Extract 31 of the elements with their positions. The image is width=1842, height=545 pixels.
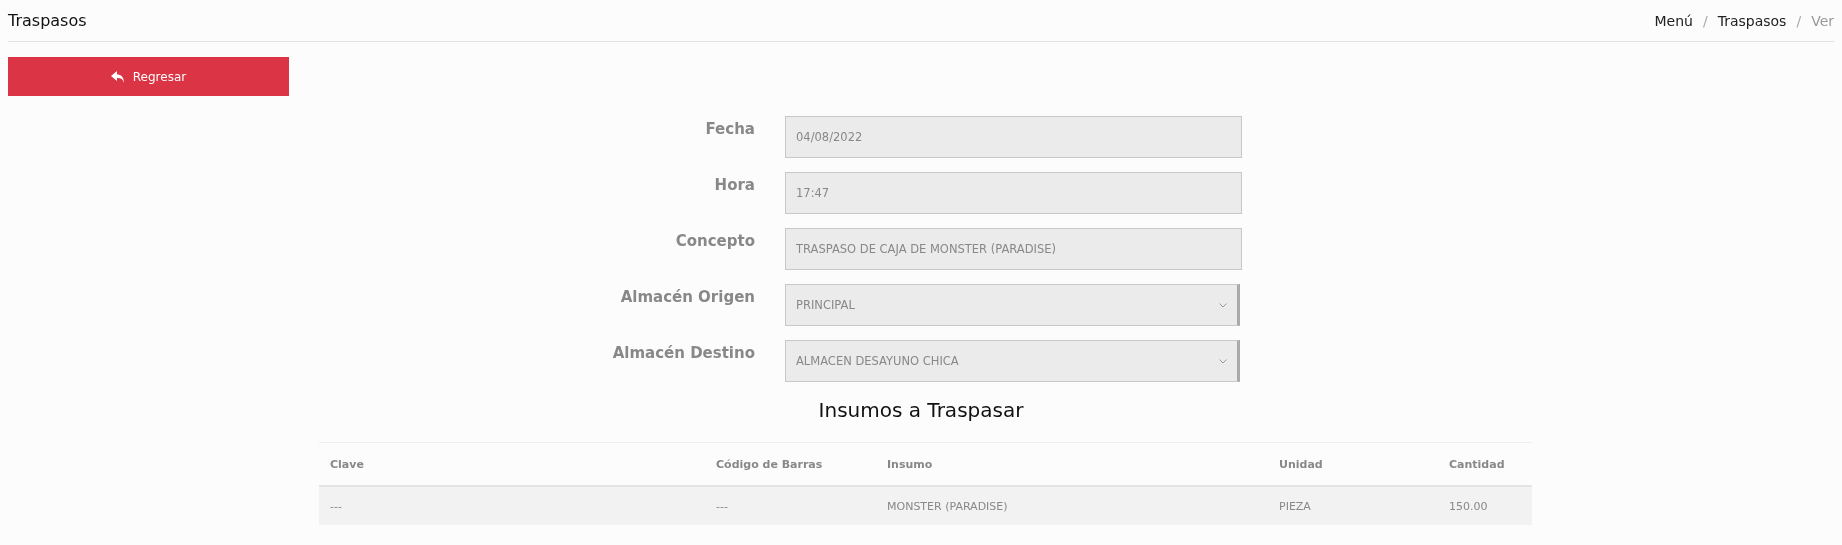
field-label: Hora	[713, 175, 755, 194]
breadcrumb-separator: /	[1796, 12, 1802, 29]
field-label: Fecha	[704, 119, 755, 138]
table-cell-text: ---	[330, 499, 343, 513]
breadcrumb-link[interactable]: Menú	[1654, 12, 1693, 29]
field-label: Almacén Destino	[611, 343, 755, 362]
chevron-down-icon	[1219, 302, 1227, 308]
table-cell-text: MONSTER (PARADISE)	[887, 499, 1009, 513]
breadcrumb-link[interactable]: Ver	[1811, 12, 1834, 29]
table-cell-text: ---	[716, 499, 729, 513]
back-button[interactable]: Regresar	[8, 57, 289, 96]
breadcrumb-link[interactable]: Traspasos	[1717, 12, 1787, 29]
section-title: Insumos a Traspasar	[818, 398, 1024, 422]
input-field[interactable]: 04/08/2022	[785, 116, 1242, 158]
column-header: Código de Barras	[716, 457, 824, 471]
input-field[interactable]: TRASPASO DE CAJA DE MONSTER (PARADISE)	[785, 228, 1242, 270]
reply-arrow-icon	[110, 70, 125, 83]
table-cell-text: 150.00	[1449, 499, 1489, 513]
chevron-down-icon	[1219, 358, 1227, 364]
breadcrumb-separator: /	[1702, 12, 1708, 29]
select-field[interactable]: PRINCIPAL	[785, 284, 1240, 326]
field-label: Almacén Origen	[619, 287, 755, 306]
column-header: Cantidad	[1449, 457, 1506, 471]
page-title: Traspasos	[8, 11, 87, 30]
field-label: Concepto	[674, 231, 755, 250]
column-header: Clave	[330, 457, 365, 471]
table-cell-text: PIEZA	[1279, 499, 1312, 513]
column-header: Insumo	[887, 457, 934, 471]
select-field[interactable]: ALMACEN DESAYUNO CHICA	[785, 340, 1240, 382]
column-header: Unidad	[1279, 457, 1324, 471]
input-field[interactable]: 17:47	[785, 172, 1242, 214]
